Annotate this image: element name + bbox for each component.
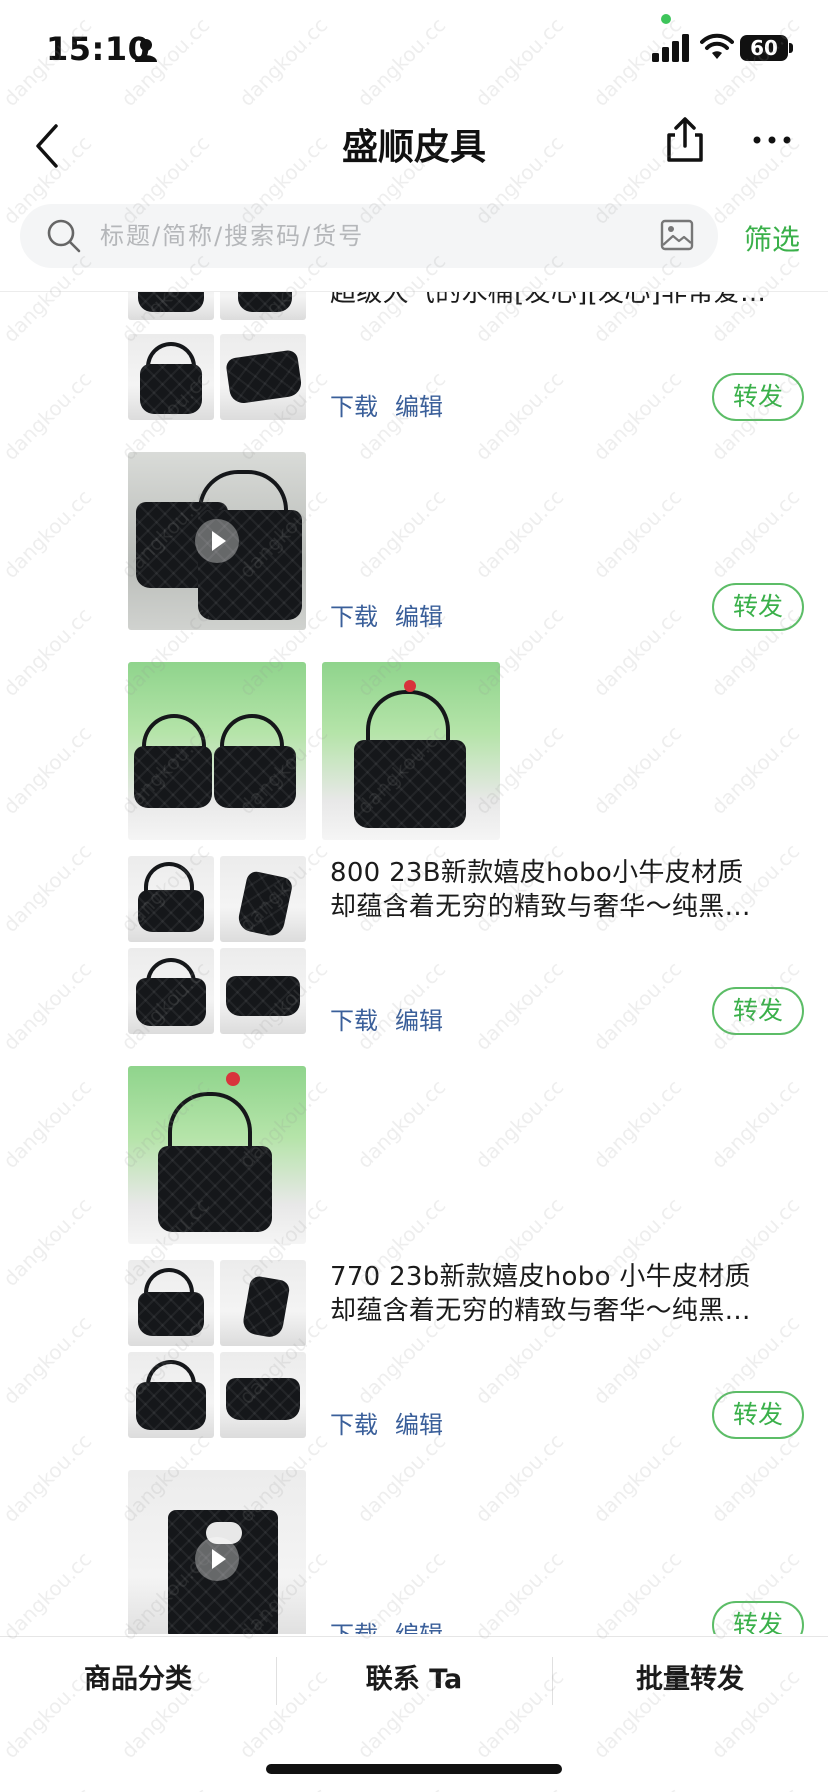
product-feed[interactable]: 超级大气的水桶[发心][发心]非常爱… 下载 编辑 转发 下载 编辑 转发 80… — [0, 292, 828, 1634]
home-indicator[interactable] — [266, 1764, 562, 1774]
search-input[interactable] — [100, 204, 660, 268]
product-video-thumbnail[interactable] — [128, 1470, 306, 1634]
edit-link[interactable]: 编辑 — [395, 387, 443, 422]
more-options-icon[interactable] — [752, 134, 792, 146]
download-link[interactable]: 下载 — [330, 1405, 378, 1440]
description-line: 超级大气的水桶[发心][发心]非常爱… — [330, 292, 767, 308]
category-tab[interactable]: 商品分类 — [0, 1637, 276, 1727]
filter-button[interactable]: 筛选 — [744, 218, 800, 258]
cellular-signal-icon — [652, 34, 689, 62]
batch-forward-tab[interactable]: 批量转发 — [552, 1637, 828, 1727]
search-icon — [47, 219, 81, 253]
battery-tip — [789, 43, 793, 53]
search-row: 筛选 — [0, 200, 828, 292]
forward-button[interactable]: 转发 — [712, 1391, 804, 1439]
watermark-text: dangkou.cc — [706, 1783, 804, 1792]
description-line: 800 23B新款嬉皮hobo小牛皮材质 — [330, 858, 744, 888]
search-box[interactable] — [20, 204, 718, 268]
product-thumbnail[interactable] — [220, 334, 306, 420]
privacy-indicator-dot — [661, 14, 671, 24]
product-thumbnail[interactable] — [220, 292, 306, 320]
forward-button[interactable]: 转发 — [712, 1601, 804, 1634]
product-thumbnail[interactable] — [220, 1260, 306, 1346]
share-icon[interactable] — [663, 116, 707, 164]
product-thumbnail[interactable] — [128, 662, 306, 840]
battery-indicator: 60 — [740, 35, 788, 61]
watermark-text: dangkou.cc — [234, 1783, 332, 1792]
bottom-action-bar: 商品分类 联系 Ta 批量转发 — [0, 1636, 828, 1726]
product-thumbnail[interactable] — [128, 856, 214, 942]
product-thumbnail[interactable] — [220, 856, 306, 942]
description-line: 却蕴含着无穷的精致与奢华～纯黑… — [330, 892, 751, 922]
watermark-text: dangkou.cc — [470, 1783, 568, 1792]
status-bar: 15:10 60 — [0, 0, 828, 100]
product-thumbnail[interactable] — [220, 1352, 306, 1438]
wifi-icon — [700, 33, 734, 59]
watermark-text: dangkou.cc — [588, 1783, 686, 1792]
product-thumbnail[interactable] — [128, 1260, 214, 1346]
product-thumbnail[interactable] — [220, 948, 306, 1034]
edit-link[interactable]: 编辑 — [395, 1405, 443, 1440]
edit-link[interactable]: 编辑 — [395, 1001, 443, 1036]
description-line: 却蕴含着无穷的精致与奢华～纯黑… — [330, 1296, 751, 1326]
download-link[interactable]: 下载 — [330, 387, 378, 422]
play-icon[interactable] — [195, 1537, 239, 1581]
product-thumbnail[interactable] — [322, 662, 500, 840]
product-description[interactable]: 超级大气的水桶[发心][发心]非常爱… — [330, 292, 800, 310]
contact-tab[interactable]: 联系 Ta — [276, 1637, 552, 1727]
product-thumbnail[interactable] — [128, 1352, 214, 1438]
description-line: 770 23b新款嬉皮hobo 小牛皮材质 — [330, 1262, 751, 1292]
edit-link[interactable]: 编辑 — [395, 597, 443, 632]
download-link[interactable]: 下载 — [330, 1001, 378, 1036]
product-thumbnail[interactable] — [128, 948, 214, 1034]
product-thumbnail[interactable] — [128, 334, 214, 420]
product-description[interactable]: 770 23b新款嬉皮hobo 小牛皮材质 却蕴含着无穷的精致与奢华～纯黑… — [330, 1260, 800, 1328]
navigation-bar: 盛顺皮具 — [0, 100, 828, 200]
image-search-icon[interactable] — [660, 218, 694, 252]
product-thumbnail[interactable] — [128, 1066, 306, 1244]
forward-button[interactable]: 转发 — [712, 583, 804, 631]
product-description[interactable]: 800 23B新款嬉皮hobo小牛皮材质 却蕴含着无穷的精致与奢华～纯黑… — [330, 856, 800, 924]
product-thumbnail[interactable] — [128, 292, 214, 320]
download-link[interactable]: 下载 — [330, 1615, 378, 1634]
play-icon[interactable] — [195, 519, 239, 563]
forward-button[interactable]: 转发 — [712, 987, 804, 1035]
download-link[interactable]: 下载 — [330, 597, 378, 632]
forward-button[interactable]: 转发 — [712, 373, 804, 421]
watermark-text: dangkou.cc — [352, 1783, 450, 1792]
edit-link[interactable]: 编辑 — [395, 1615, 443, 1634]
watermark-text: dangkou.cc — [0, 1783, 96, 1792]
watermark-text: dangkou.cc — [116, 1783, 214, 1792]
product-video-thumbnail[interactable] — [128, 452, 306, 630]
person-icon — [135, 39, 157, 62]
